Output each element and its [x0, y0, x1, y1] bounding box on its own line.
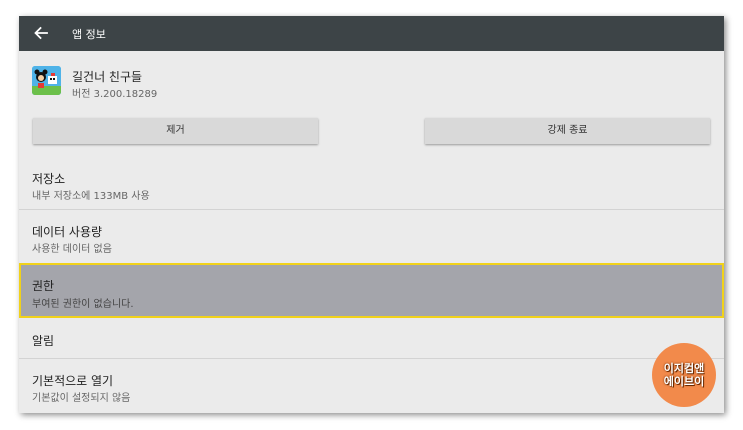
watermark-line-2: 에이브이	[663, 375, 705, 388]
app-name: 길건너 친구들	[72, 70, 143, 84]
permissions-title: 권한	[32, 279, 55, 293]
storage-subtitle: 내부 저장소에 133MB 사용	[32, 191, 150, 202]
list-item-permissions[interactable]: 권한 부여된 권한이 없습니다.	[19, 263, 724, 318]
list-item-notifications[interactable]: 알림	[19, 318, 724, 358]
data-usage-title: 데이터 사용량	[32, 225, 103, 239]
back-button[interactable]	[33, 25, 49, 41]
app-info-screen: 앱 정보 길건너 친구들 버전 3.200.18289 제거 강제 종료 저장소…	[19, 16, 724, 413]
list-item-data-usage[interactable]: 데이터 사용량 사용한 데이터 없음	[19, 210, 724, 263]
app-header: 길건너 친구들 버전 3.200.18289	[19, 51, 724, 111]
app-version: 버전 3.200.18289	[72, 89, 158, 100]
notifications-title: 알림	[32, 334, 55, 348]
force-stop-button[interactable]: 강제 종료	[425, 118, 710, 144]
open-by-default-title: 기본적으로 열기	[32, 374, 114, 388]
arrow-left-icon	[34, 26, 48, 40]
permissions-subtitle: 부여된 권한이 없습니다.	[32, 299, 134, 310]
list-item-storage[interactable]: 저장소 내부 저장소에 133MB 사용	[19, 158, 724, 209]
uninstall-button[interactable]: 제거	[33, 118, 318, 144]
watermark-line-1: 이지컴앤	[663, 362, 705, 375]
watermark-badge: 이지컴앤 에이브이	[652, 343, 716, 407]
storage-title: 저장소	[32, 172, 66, 186]
app-bar: 앱 정보	[19, 16, 724, 51]
data-usage-subtitle: 사용한 데이터 없음	[32, 244, 112, 255]
page-title: 앱 정보	[72, 28, 106, 41]
open-by-default-subtitle: 기본값이 설정되지 않음	[32, 393, 131, 404]
list-item-open-by-default[interactable]: 기본적으로 열기 기본값이 설정되지 않음	[19, 359, 724, 413]
app-icon	[32, 66, 61, 95]
